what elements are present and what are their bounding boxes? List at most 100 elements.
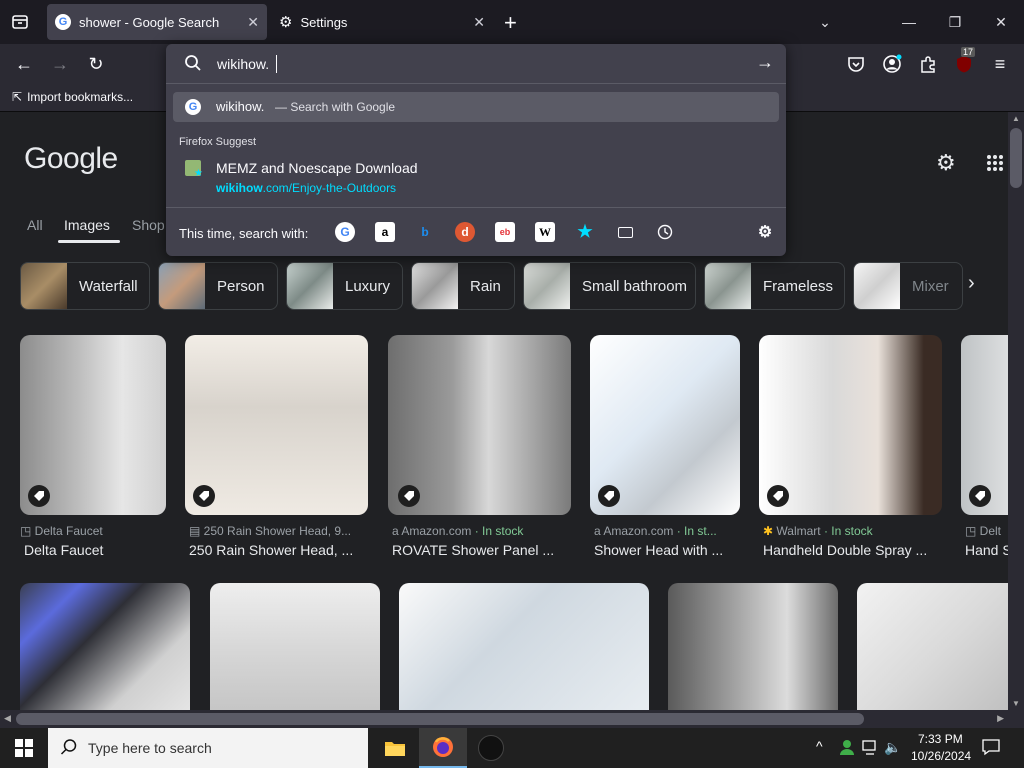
- minimize-button[interactable]: —: [894, 8, 924, 36]
- bookmarks-star-icon[interactable]: ★: [575, 222, 595, 242]
- result-source[interactable]: ◳ Delt: [965, 524, 1008, 538]
- urlbar-text: wikihow.: [217, 56, 270, 72]
- google-logo[interactable]: Google: [24, 142, 118, 176]
- wikipedia-engine-icon[interactable]: W: [535, 222, 555, 242]
- list-all-tabs-chevron-icon[interactable]: ⌄: [810, 8, 840, 36]
- result-image[interactable]: [857, 583, 1008, 710]
- volume-icon[interactable]: 🔈: [884, 739, 901, 756]
- close-window-button[interactable]: ✕: [986, 8, 1016, 36]
- import-bookmarks-button[interactable]: ⇱ Import bookmarks...: [12, 90, 133, 104]
- clock-date[interactable]: 10/26/2024: [911, 749, 971, 763]
- go-arrow-icon[interactable]: →: [756, 52, 774, 73]
- sponsored-suggestion[interactable]: ★ MEMZ and Noescape Download wikihow.com…: [173, 154, 779, 198]
- close-icon[interactable]: ✕: [247, 14, 259, 31]
- result-source[interactable]: a Amazon.com · In st...: [594, 524, 740, 538]
- tab-all[interactable]: All: [27, 217, 43, 233]
- star-icon: ★: [194, 168, 203, 179]
- tab-images[interactable]: Images: [64, 217, 110, 233]
- chip-thumbnail: [412, 263, 458, 309]
- firefox-taskbar-icon[interactable]: [419, 728, 467, 768]
- clock-time[interactable]: 7:33 PM: [918, 732, 963, 746]
- chip-mixer[interactable]: Mixer: [853, 262, 963, 310]
- duckduckgo-engine-icon[interactable]: d: [455, 222, 475, 242]
- google-g-icon: G: [185, 99, 201, 115]
- result-source[interactable]: a Amazon.com · In stock: [392, 524, 571, 538]
- result-title[interactable]: Shower Head with ...: [594, 542, 740, 558]
- notification-icon[interactable]: [982, 738, 1000, 761]
- result-title[interactable]: Handheld Double Spray ...: [763, 542, 942, 558]
- history-clock-icon[interactable]: [655, 222, 675, 242]
- chip-person[interactable]: Person: [158, 262, 278, 310]
- tab-shop[interactable]: Shop: [132, 217, 165, 233]
- horizontal-scrollbar[interactable]: ◀ ▶: [0, 710, 1024, 728]
- result-source[interactable]: ◳ Delta Faucet: [20, 524, 166, 538]
- menu-hamburger-icon[interactable]: ≡: [986, 50, 1014, 78]
- chip-thumbnail: [524, 263, 570, 309]
- tab-label: Settings: [300, 14, 348, 30]
- search-icon: [184, 54, 202, 77]
- tab-settings[interactable]: ⚙ Settings ✕: [273, 4, 493, 40]
- new-tab-button[interactable]: +: [504, 10, 517, 36]
- tab-google-search[interactable]: G shower - Google Search ✕: [47, 4, 267, 40]
- suggestion-search-with-google[interactable]: G wikihow. — Search with Google: [173, 92, 779, 122]
- amazon-engine-icon[interactable]: a: [375, 222, 395, 242]
- result-image[interactable]: [668, 583, 838, 710]
- search-settings-gear-icon[interactable]: ⚙: [755, 222, 775, 242]
- ebay-engine-icon[interactable]: eb: [495, 222, 515, 242]
- close-icon[interactable]: ✕: [473, 14, 485, 31]
- chip-waterfall[interactable]: Waterfall: [20, 262, 150, 310]
- taskbar-search-box[interactable]: Type here to search: [48, 728, 368, 768]
- result-image[interactable]: [210, 583, 380, 710]
- chip-frameless[interactable]: Frameless: [704, 262, 845, 310]
- chip-small-bathroom[interactable]: Small bathroom: [523, 262, 696, 310]
- app-taskbar-icon[interactable]: [467, 728, 515, 768]
- restore-button[interactable]: ❐: [940, 8, 970, 36]
- google-engine-icon[interactable]: G: [335, 222, 355, 242]
- result-title[interactable]: Delta Faucet: [24, 542, 166, 558]
- tab-label: shower - Google Search: [79, 14, 220, 30]
- urlbar-input[interactable]: wikihow. →: [166, 44, 786, 84]
- reload-button[interactable]: ↻: [82, 50, 110, 78]
- scrollbar-thumb[interactable]: [16, 713, 864, 725]
- ublock-icon[interactable]: 17: [950, 47, 978, 78]
- apps-grid-icon[interactable]: [986, 154, 1004, 177]
- extensions-icon[interactable]: [914, 50, 942, 78]
- account-icon[interactable]: [878, 50, 906, 78]
- title-bar: G shower - Google Search ✕ ⚙ Settings ✕ …: [0, 0, 1024, 44]
- chips-scroll-right-icon[interactable]: ›: [968, 272, 975, 295]
- tab-list-icon[interactable]: [8, 10, 32, 34]
- suggestion-query: wikihow.: [216, 99, 265, 114]
- price-tag-icon: [767, 485, 789, 507]
- amazon-site-icon: a: [594, 524, 604, 538]
- badge-count: 17: [961, 47, 976, 57]
- result-image[interactable]: [20, 583, 190, 710]
- tabs-icon[interactable]: [615, 222, 635, 242]
- scroll-left-arrow-icon[interactable]: ◀: [4, 713, 11, 724]
- windows-start-icon[interactable]: [0, 728, 48, 768]
- chip-rain[interactable]: Rain: [411, 262, 515, 310]
- scroll-up-arrow-icon[interactable]: ▲: [1012, 114, 1020, 123]
- result-title[interactable]: 250 Rain Shower Head, ...: [189, 542, 368, 558]
- network-icon[interactable]: [862, 740, 880, 761]
- scroll-down-arrow-icon[interactable]: ▼: [1012, 699, 1020, 708]
- result-source[interactable]: ▤ 250 Rain Shower Head, 9...: [189, 524, 368, 538]
- file-explorer-icon[interactable]: [371, 728, 419, 768]
- suggestion-suffix: — Search with Google: [275, 100, 396, 114]
- scroll-right-arrow-icon[interactable]: ▶: [997, 713, 1004, 724]
- scrollbar-thumb[interactable]: [1010, 128, 1022, 188]
- show-hidden-icons-chevron-icon[interactable]: ^: [816, 738, 823, 754]
- result-image[interactable]: [399, 583, 649, 710]
- vertical-scrollbar[interactable]: ▲ ▼: [1008, 112, 1024, 710]
- user-status-icon[interactable]: [838, 738, 856, 761]
- bing-engine-icon[interactable]: b: [415, 222, 435, 242]
- result-title[interactable]: Hand S: [965, 542, 1008, 558]
- pocket-icon[interactable]: [842, 50, 870, 78]
- forward-button[interactable]: →: [46, 50, 74, 78]
- back-button[interactable]: ←: [10, 50, 38, 78]
- chip-luxury[interactable]: Luxury: [286, 262, 403, 310]
- gear-icon: ⚙: [279, 14, 293, 31]
- settings-gear-icon[interactable]: ⚙: [936, 150, 956, 176]
- result-source[interactable]: ✱ Walmart · In stock: [763, 524, 942, 538]
- result-title[interactable]: ROVATE Shower Panel ...: [392, 542, 571, 558]
- divider: [166, 207, 786, 208]
